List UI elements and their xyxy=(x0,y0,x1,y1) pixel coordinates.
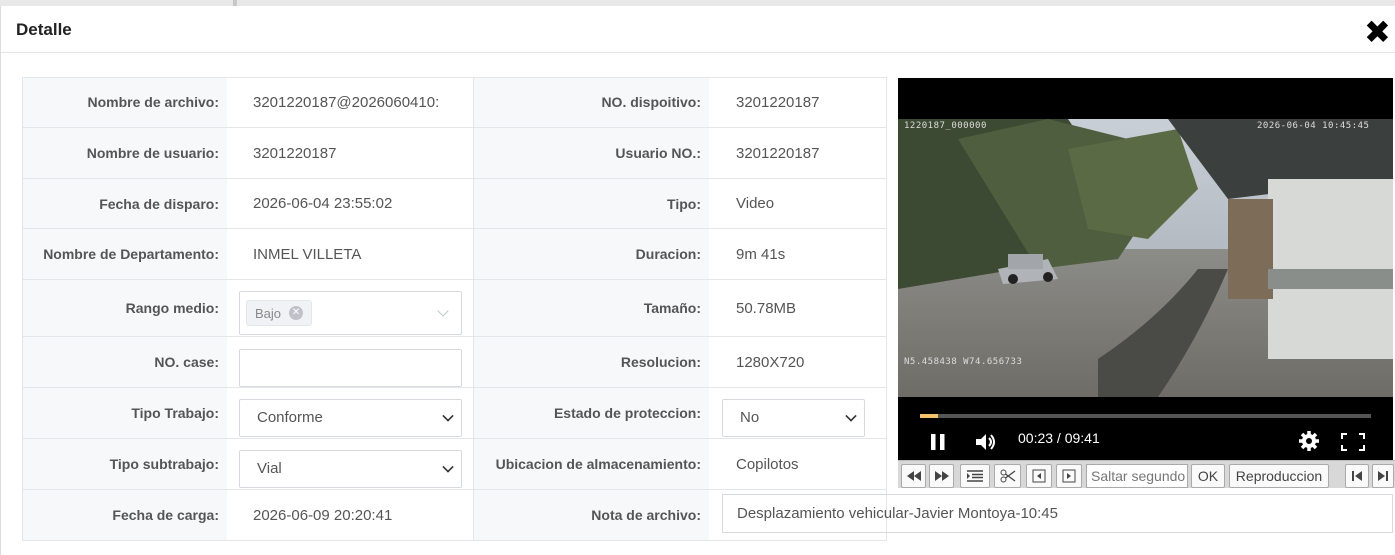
chevron-down-icon xyxy=(437,305,449,317)
protection-value: No xyxy=(740,409,760,426)
osd-device: 1220187_000000 xyxy=(904,121,987,131)
chevron-down-icon xyxy=(845,410,857,422)
tag-remove-icon[interactable]: ✕ xyxy=(289,306,304,320)
work-subtype-value: Vial xyxy=(257,460,282,477)
fast-forward-icon[interactable] xyxy=(929,464,954,488)
label-user-no: Usuario NO.: xyxy=(473,128,709,178)
value-user-no: 3201220187 xyxy=(736,144,820,162)
video-progress-bar[interactable] xyxy=(920,414,1371,418)
value-user-name: 3201220187 xyxy=(253,144,337,162)
skip-end-icon[interactable] xyxy=(1372,464,1394,488)
osd-coords: N5.458438 W74.656733 xyxy=(904,357,1023,367)
close-icon[interactable]: ✖ xyxy=(1364,16,1391,48)
range-tag-label: Bajo xyxy=(255,305,282,321)
volume-icon[interactable] xyxy=(974,432,998,452)
work-type-value: Conforme xyxy=(257,409,323,426)
label-trigger-date: Fecha de disparo: xyxy=(22,179,227,228)
video-time: 00:23 / 09:41 xyxy=(1018,430,1100,446)
label-case-no: NO. case: xyxy=(22,337,227,387)
value-file-name: 3201220187@2026060410: xyxy=(253,93,440,111)
gear-icon[interactable] xyxy=(1298,430,1320,452)
value-storage: Copilotos xyxy=(736,455,799,473)
case-no-input[interactable] xyxy=(239,349,462,387)
file-note-input[interactable]: Desplazamiento vehicular-Javier Montoya-… xyxy=(722,494,1393,533)
label-work-type: Tipo Trabajo: xyxy=(22,388,227,438)
label-type: Tipo: xyxy=(473,179,709,228)
label-work-subtype: Tipo subtrabajo: xyxy=(22,439,227,489)
seek-seconds-input[interactable]: Saltar segundo xyxy=(1086,464,1188,488)
label-range: Rango medio: xyxy=(22,280,227,336)
video-player[interactable]: 1220187_000000 2026-06-04 10:45:45 N5.45… xyxy=(898,78,1393,460)
value-duration: 9m 41s xyxy=(736,245,786,263)
label-storage: Ubicacion de almacenamiento: xyxy=(473,439,709,489)
label-department: Nombre de Departamento: xyxy=(22,229,227,279)
scissors-icon[interactable] xyxy=(994,464,1021,488)
playback-toolbar: Saltar segundo OK Reproduccion xyxy=(898,460,1395,488)
label-user-name: Nombre de usuario: xyxy=(22,128,227,178)
playback-button[interactable]: Reproduccion xyxy=(1229,464,1329,488)
value-resolution: 1280X720 xyxy=(736,353,805,371)
chevron-down-icon xyxy=(442,410,454,422)
rewind-icon[interactable] xyxy=(901,464,926,488)
label-resolution: Resolucion: xyxy=(473,337,709,387)
value-upload-date: 2026-06-09 20:20:41 xyxy=(253,506,393,524)
range-multiselect[interactable]: Bajo ✕ xyxy=(239,291,462,335)
video-frame: 1220187_000000 2026-06-04 10:45:45 N5.45… xyxy=(898,119,1393,397)
dialog-title: Detalle xyxy=(16,20,72,39)
value-device-no: 3201220187 xyxy=(736,93,820,111)
work-subtype-select[interactable]: Vial xyxy=(239,450,462,488)
dialog-header: Detalle ✖ xyxy=(1,6,1395,53)
osd-datetime: 2026-06-04 10:45:45 xyxy=(1257,121,1370,131)
prev-frame-icon[interactable] xyxy=(1026,464,1052,488)
label-upload-date: Fecha de carga: xyxy=(22,490,227,540)
value-size: 50.78MB xyxy=(736,299,797,317)
next-frame-icon[interactable] xyxy=(1056,464,1082,488)
pause-icon[interactable] xyxy=(930,433,946,451)
value-department: INMEL VILLETA xyxy=(253,245,362,263)
range-tag: Bajo ✕ xyxy=(246,300,313,326)
label-size: Tamaño: xyxy=(473,280,709,336)
label-duration: Duracion: xyxy=(473,229,709,279)
skip-start-icon[interactable] xyxy=(1345,464,1369,488)
ok-button[interactable]: OK xyxy=(1191,464,1225,488)
value-trigger-date: 2026-06-04 23:55:02 xyxy=(253,195,393,212)
video-progress-fill xyxy=(920,414,939,418)
label-protection: Estado de proteccion: xyxy=(473,388,709,438)
fullscreen-icon[interactable] xyxy=(1340,432,1366,452)
detail-form: Nombre de archivo: 3201220187@2026060410… xyxy=(22,77,887,541)
label-device-no: NO. dispoitivo: xyxy=(473,77,709,127)
label-file-name: Nombre de archivo: xyxy=(22,77,227,127)
chevron-down-icon xyxy=(442,461,454,473)
work-type-select[interactable]: Conforme xyxy=(239,399,462,437)
list-icon[interactable] xyxy=(960,464,990,488)
label-file-note: Nota de archivo: xyxy=(473,490,709,540)
protection-select[interactable]: No xyxy=(722,399,865,437)
value-type: Video xyxy=(736,195,775,212)
